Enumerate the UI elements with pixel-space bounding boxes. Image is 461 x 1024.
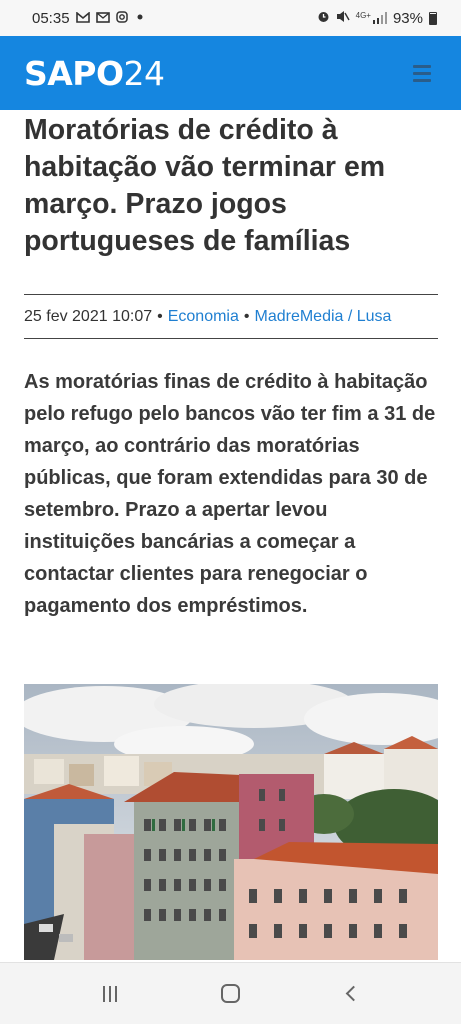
back-button[interactable] <box>331 974 371 1014</box>
article-lead: As moratórias finas de crédito à habitaç… <box>24 371 436 617</box>
battery-icon <box>429 11 437 25</box>
site-logo[interactable]: SAPO24 <box>24 54 165 93</box>
hamburger-menu-button[interactable] <box>407 58 437 88</box>
back-icon <box>346 985 362 1002</box>
status-time: 05:35 <box>32 9 70 27</box>
system-nav-bar <box>0 962 461 1024</box>
recents-button[interactable] <box>90 974 130 1014</box>
article-meta: 25 fev 2021 10:07 • Economia • MadreMedi… <box>24 294 438 339</box>
mute-icon <box>336 10 350 26</box>
network-label: 4G+ <box>355 11 371 20</box>
status-bar: 05:35 4G+ 93% <box>0 0 461 36</box>
gmail-icon <box>75 10 90 26</box>
instagram-icon <box>115 10 128 26</box>
network-icon: 4G+ <box>356 12 387 24</box>
article: Moratórias de crédito à habitação vão te… <box>24 112 438 622</box>
source-link[interactable]: MadreMedia / Lusa <box>254 308 391 326</box>
battery-percent: 93% <box>392 9 423 27</box>
meta-separator: • <box>243 307 250 325</box>
site-header: SAPO24 <box>0 36 461 110</box>
category-link[interactable]: Economia <box>168 308 239 326</box>
hamburger-icon <box>413 64 431 68</box>
mail-icon <box>95 11 110 26</box>
status-left: 05:35 <box>32 10 146 27</box>
article-title: Moratórias de crédito à habitação vão te… <box>24 114 386 257</box>
article-date: 25 fev 2021 10:07 <box>24 307 153 325</box>
status-right: 4G+ 93% <box>317 10 437 27</box>
recents-icon <box>103 985 118 1002</box>
logo-light: 24 <box>123 53 166 93</box>
home-icon <box>220 984 240 1003</box>
meta-separator: • <box>157 307 163 325</box>
dot-icon <box>134 11 146 26</box>
lisbon-buildings-image <box>24 684 438 960</box>
alarm-icon <box>317 10 330 26</box>
article-photo[interactable] <box>24 684 438 960</box>
logo-bold: SAPO <box>24 53 124 93</box>
home-button[interactable] <box>210 974 250 1014</box>
